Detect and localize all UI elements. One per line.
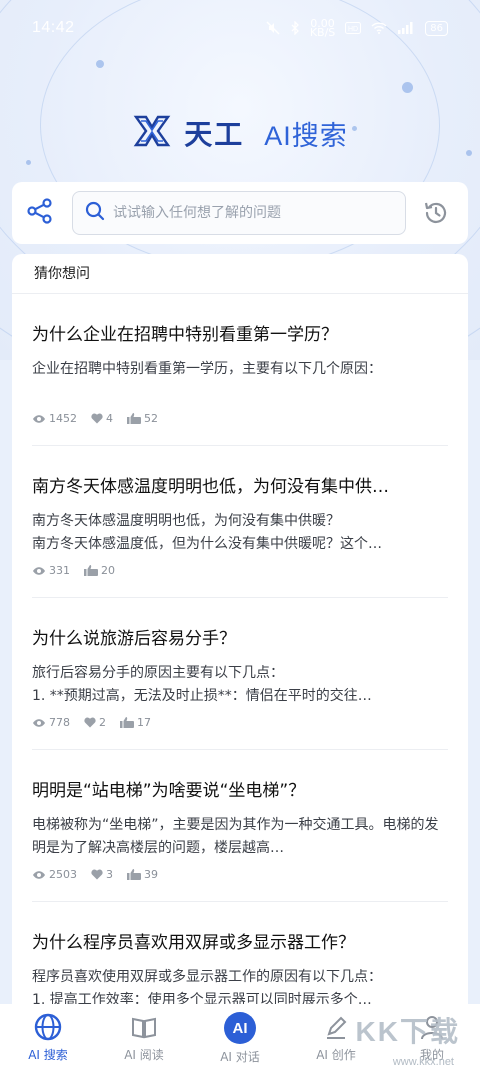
question-item[interactable]: 为什么说旅游后容易分手？ 旅行后容易分手的原因主要有以下几点： 1. **预期过… xyxy=(32,598,448,750)
watermark-url: www.kkx.net xyxy=(392,1056,454,1068)
question-item[interactable]: 为什么企业在招聘中特别看重第一学历？ 企业在招聘中特别看重第一学历，主要有以下几… xyxy=(32,294,448,446)
watermark-logo: KK下载 xyxy=(355,1016,460,1047)
heart-icon xyxy=(91,413,103,424)
question-stats: 778 2 17 xyxy=(32,716,448,729)
likes-stat: 2 xyxy=(84,716,106,729)
upvotes-stat: 52 xyxy=(127,412,158,425)
upvotes-stat: 20 xyxy=(84,564,115,577)
search-input[interactable] xyxy=(113,205,383,221)
question-title: 明明是“站电梯”为啥要说“坐电梯”？ xyxy=(32,781,306,801)
question-title: 南方冬天体感温度明明也低，为何没有集中供… xyxy=(32,477,389,497)
views-stat: 778 xyxy=(32,716,70,729)
question-summary: 电梯被称为“坐电梯”，主要是因为其作为一种交通工具。电梯的发明是为了解决高楼层的… xyxy=(32,817,439,856)
thumbs-up-icon xyxy=(84,565,98,576)
book-icon xyxy=(132,1017,156,1039)
share-icon[interactable] xyxy=(26,197,54,229)
question-title: 为什么程序员喜欢用双屏或多显示器工作？ xyxy=(32,933,355,953)
question-stats: 331 20 xyxy=(32,564,448,577)
search-icon xyxy=(85,201,105,225)
suggestions-card: 猜你想问 为什么企业在招聘中特别看重第一学历？ 企业在招聘中特别看重第一学历，主… xyxy=(12,254,468,1004)
brand-logo-icon xyxy=(132,113,172,153)
eye-icon xyxy=(33,718,45,727)
eye-icon xyxy=(33,870,45,879)
heart-icon xyxy=(91,869,103,880)
battery-indicator: 86 xyxy=(425,20,448,36)
thumbs-up-icon xyxy=(127,413,141,424)
status-icons: 0.00 KB/S HD 86 xyxy=(266,17,448,39)
svg-text:HD: HD xyxy=(348,26,358,33)
tab-label: AI 对话 xyxy=(220,1050,260,1064)
question-title: 为什么说旅游后容易分手？ xyxy=(32,629,236,649)
history-icon[interactable] xyxy=(422,199,450,227)
tab-ai-chat[interactable]: AI AI 对话 xyxy=(192,1012,288,1065)
signal-icon xyxy=(397,22,415,34)
eye-icon xyxy=(33,414,45,423)
search-field[interactable] xyxy=(72,191,406,235)
tab-label: AI 搜索 xyxy=(28,1048,68,1062)
thumbs-up-icon xyxy=(120,717,134,728)
thumbs-up-icon xyxy=(127,869,141,880)
question-summary: 旅行后容易分手的原因主要有以下几点： 1. **预期过高，无法及时止损**：情侣… xyxy=(32,665,372,704)
eye-icon xyxy=(33,566,45,575)
likes-stat: 4 xyxy=(91,412,113,425)
hd-icon: HD xyxy=(345,22,362,34)
wifi-icon xyxy=(371,22,387,34)
section-title: 猜你想问 xyxy=(12,254,468,294)
ai-chat-icon: AI xyxy=(224,1012,256,1044)
views-stat: 2503 xyxy=(32,868,77,881)
tab-ai-reading[interactable]: AI 阅读 xyxy=(96,1012,192,1063)
status-time: 14:42 xyxy=(32,19,75,36)
views-stat: 1452 xyxy=(32,412,77,425)
tab-label: AI 阅读 xyxy=(124,1048,164,1062)
bluetooth-icon xyxy=(290,21,300,35)
question-summary: 南方冬天体感温度明明也低，为何没有集中供暖？ 南方冬天体感温度低，但为什么没有集… xyxy=(32,513,382,552)
views-stat: 331 xyxy=(32,564,70,577)
tab-label: AI 创作 xyxy=(316,1048,356,1062)
question-title: 为什么企业在招聘中特别看重第一学历？ xyxy=(32,325,338,345)
network-speed: 0.00 KB/S xyxy=(309,17,336,39)
question-summary: 程序员喜欢使用双屏或多显示器工作的原因有以下几点： 1. 提高工作效率：使用多个… xyxy=(32,969,382,1004)
heart-icon xyxy=(84,717,96,728)
brand-header: 天工 AI搜索 xyxy=(0,108,480,158)
question-summary: 企业在招聘中特别看重第一学历，主要有以下几个原因： xyxy=(32,361,382,377)
question-item[interactable]: 南方冬天体感温度明明也低，为何没有集中供… 南方冬天体感温度明明也低，为何没有集… xyxy=(32,446,448,598)
pen-icon xyxy=(327,1016,347,1039)
mute-icon xyxy=(266,21,280,35)
brand-subtitle: AI搜索 xyxy=(264,120,348,151)
question-stats: 2503 3 39 xyxy=(32,868,448,881)
upvotes-stat: 39 xyxy=(127,868,158,881)
globe-icon xyxy=(34,1013,62,1041)
search-bar xyxy=(12,182,468,244)
status-bar: 14:42 0.00 KB/S HD 86 xyxy=(0,0,480,56)
tab-ai-search[interactable]: AI 搜索 xyxy=(0,1012,96,1063)
question-item[interactable]: 为什么程序员喜欢用双屏或多显示器工作？ 程序员喜欢使用双屏或多显示器工作的原因有… xyxy=(32,902,448,1004)
likes-stat: 3 xyxy=(91,868,113,881)
brand-name: 天工 xyxy=(184,118,245,151)
question-item[interactable]: 明明是“站电梯”为啥要说“坐电梯”？ 电梯被称为“坐电梯”，主要是因为其作为一种… xyxy=(32,750,448,902)
question-stats: 1452 4 52 xyxy=(32,412,448,425)
upvotes-stat: 17 xyxy=(120,716,151,729)
